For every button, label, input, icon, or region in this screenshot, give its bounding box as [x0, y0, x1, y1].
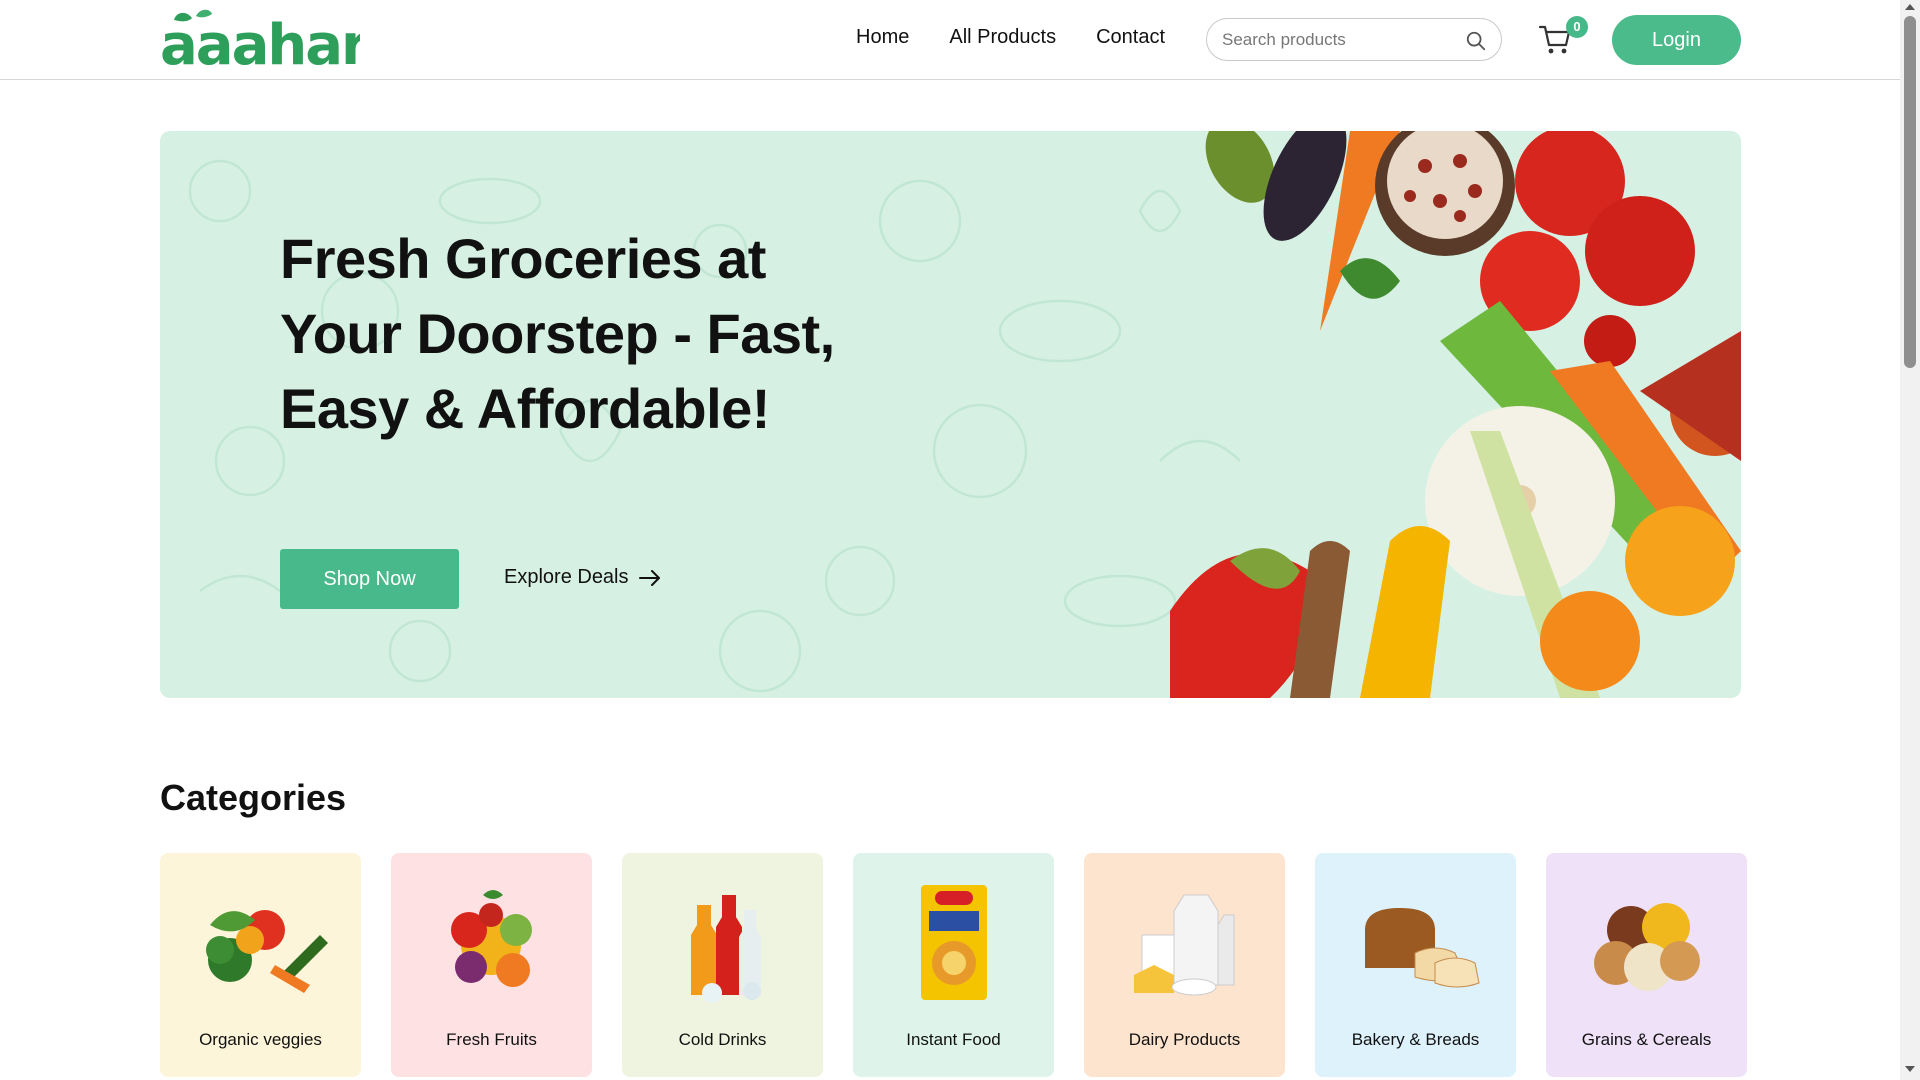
categories-heading: Categories: [160, 777, 347, 818]
category-card-organic-veggies[interactable]: Organic veggies: [160, 853, 361, 1077]
nav-home[interactable]: Home: [856, 26, 909, 49]
scroll-up-arrow-icon[interactable]: [1904, 2, 1916, 12]
cold-drinks-icon: [691, 895, 761, 1003]
cart-count-badge: 0: [1566, 16, 1588, 38]
category-card-instant-food[interactable]: Instant Food: [853, 853, 1054, 1077]
bread-icon: [1365, 908, 1480, 988]
grains-icon: [1594, 903, 1700, 991]
category-card-dairy-products[interactable]: Dairy Products: [1084, 853, 1285, 1077]
category-card-fresh-fruits[interactable]: Fresh Fruits: [391, 853, 592, 1077]
dairy-icon: [1134, 894, 1235, 996]
categories-list: Organic veggies Fresh Fruits Cold Drinks: [160, 853, 1747, 1080]
page: aaahar Home All Products Contact 0 Login: [0, 0, 1920, 1080]
main-nav: Home All Products Contact: [856, 26, 1165, 49]
category-card-bakery-breads[interactable]: Bakery & Breads: [1315, 853, 1516, 1077]
explore-deals-label: Explore Deals: [504, 566, 629, 588]
hero-banner: Fresh Groceries at Your Doorstep - Fast,…: [160, 131, 1741, 698]
category-label: Cold Drinks: [678, 1030, 767, 1049]
search-icon[interactable]: [1465, 30, 1487, 52]
category-card-cold-drinks[interactable]: Cold Drinks: [622, 853, 823, 1077]
category-label: Organic veggies: [199, 1030, 322, 1049]
hero-title: Fresh Groceries at Your Doorstep - Fast,…: [280, 227, 835, 440]
category-label: Grains & Cereals: [1581, 1030, 1712, 1049]
instant-noodles-icon: [921, 885, 987, 1000]
vegetables-icon: [206, 910, 328, 993]
vegetables-illustration: [1170, 131, 1741, 698]
category-label: Bakery & Breads: [1351, 1030, 1480, 1049]
nav-all-products[interactable]: All Products: [949, 26, 1056, 49]
search-box: [1206, 18, 1502, 61]
header: aaahar Home All Products Contact 0 Login: [0, 0, 1900, 80]
search-input[interactable]: [1222, 29, 1462, 51]
category-label: Dairy Products: [1128, 1030, 1241, 1049]
login-button[interactable]: Login: [1612, 15, 1741, 65]
fruits-icon: [451, 890, 532, 987]
scroll-down-arrow-icon[interactable]: [1904, 1064, 1916, 1074]
shop-now-button[interactable]: Shop Now: [280, 549, 459, 609]
explore-deals-link[interactable]: Explore Deals: [504, 566, 661, 589]
arrow-right-icon: [638, 569, 660, 586]
aaahar-logo[interactable]: aaahar: [160, 6, 360, 72]
nav-contact[interactable]: Contact: [1096, 26, 1165, 49]
svg-text:aaahar: aaahar: [160, 13, 360, 72]
scrollbar-thumb[interactable]: [1904, 16, 1916, 368]
category-label: Fresh Fruits: [446, 1030, 537, 1049]
category-card-grains-cereals[interactable]: Grains & Cereals: [1546, 853, 1747, 1077]
category-label: Instant Food: [906, 1030, 1001, 1049]
